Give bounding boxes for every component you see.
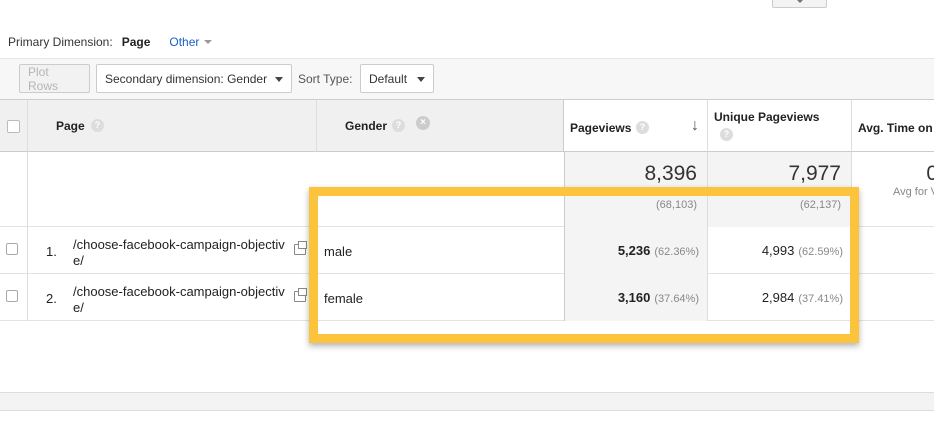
help-icon[interactable]: ? xyxy=(392,119,405,132)
chevron-down-icon xyxy=(275,77,283,82)
data-table: Page ? Gender ? × Pageviews ? ↓ Unique P… xyxy=(0,99,934,321)
row-page-link[interactable]: /choose-facebook-campaign-objective/ xyxy=(73,284,293,316)
top-dropdown-button[interactable] xyxy=(772,0,827,8)
row-unique-pageviews-pct: (37.41%) xyxy=(798,293,843,305)
header-checkbox-cell xyxy=(0,99,28,152)
totals-avg-sub: Avg for V xyxy=(892,186,934,198)
chevron-down-icon xyxy=(417,77,425,82)
row-unique-pageviews-value: 2,984 xyxy=(761,290,795,305)
row-gender-value: male xyxy=(324,244,353,259)
row-pageviews-cell: 5,236 (62.36%) xyxy=(564,227,708,274)
row-unique-pageviews-value: 4,993 xyxy=(761,243,795,258)
totals-row: 8,396 % of Total: 12.33% (68,103) 7,977 … xyxy=(0,152,934,227)
column-header-page-label: Page xyxy=(56,119,85,133)
row-number: 2. xyxy=(46,291,57,306)
sort-type-select[interactable]: Default xyxy=(360,64,434,93)
secondary-dimension-label: Secondary dimension: Gender xyxy=(105,71,268,86)
totals-checkbox-spacer xyxy=(0,152,28,227)
remove-dimension-icon[interactable]: × xyxy=(416,116,430,130)
column-header-pageviews[interactable]: Pageviews ? ↓ xyxy=(564,99,708,152)
row-pageviews-value: 3,160 xyxy=(617,290,651,305)
chevron-down-icon xyxy=(795,0,805,3)
row-gender-cell: male xyxy=(317,227,564,274)
row-number: 1. xyxy=(46,244,57,259)
primary-dimension-label: Primary Dimension: xyxy=(8,35,113,49)
totals-unique-pageviews: 7,977 % of Total: 12.84% (62,137) xyxy=(708,152,852,227)
external-link-icon[interactable] xyxy=(294,241,307,255)
row-pageviews-cell: 3,160 (37.64%) xyxy=(564,274,708,321)
table-row: 1. /choose-facebook-campaign-objective/ … xyxy=(0,227,934,274)
select-all-checkbox[interactable] xyxy=(7,120,20,133)
totals-pageviews: 8,396 % of Total: 12.33% (68,103) xyxy=(564,152,708,227)
row-pageviews-pct: (37.64%) xyxy=(654,293,699,305)
totals-avg-value: 0 xyxy=(926,162,934,185)
table-footer xyxy=(0,393,934,411)
row-unique-pageviews-cell: 4,993 (62.59%) xyxy=(708,227,852,274)
sort-type-value: Default xyxy=(369,71,408,86)
column-header-gender[interactable]: Gender ? × xyxy=(317,99,564,152)
table-spacer xyxy=(0,321,934,393)
column-header-gender-label: Gender xyxy=(345,119,388,133)
row-checkbox[interactable] xyxy=(6,243,18,255)
secondary-dimension-select[interactable]: Secondary dimension: Gender xyxy=(96,64,292,93)
primary-dimension-other[interactable]: Other xyxy=(169,35,199,49)
row-gender-value: female xyxy=(324,291,364,306)
chevron-down-icon[interactable] xyxy=(204,40,213,44)
totals-unique-pageviews-pct: % of Total: 12.84% xyxy=(749,186,841,198)
help-icon[interactable]: ? xyxy=(636,121,649,134)
column-header-unique-pageviews[interactable]: Unique Pageviews ? xyxy=(708,99,852,152)
row-checkbox-cell xyxy=(0,227,28,274)
totals-pageviews-total: (68,103) xyxy=(656,199,697,211)
help-icon[interactable]: ? xyxy=(91,119,104,132)
table-row: 2. /choose-facebook-campaign-objective/ … xyxy=(0,274,934,321)
sort-type-label: Sort Type: xyxy=(298,72,353,86)
primary-dimension-page[interactable]: Page xyxy=(122,35,151,49)
table-toolbar: Plot Rows Secondary dimension: Gender So… xyxy=(0,58,934,99)
row-gender-cell: female xyxy=(317,274,564,321)
row-unique-pageviews-cell: 2,984 (37.41%) xyxy=(708,274,852,321)
sort-desc-icon[interactable]: ↓ xyxy=(691,117,699,135)
help-icon[interactable]: ? xyxy=(720,128,733,141)
external-link-icon[interactable] xyxy=(294,288,307,302)
totals-pageviews-pct: % of Total: 12.33% xyxy=(605,186,697,198)
row-checkbox[interactable] xyxy=(6,290,18,302)
row-page-link[interactable]: /choose-facebook-campaign-objective/ xyxy=(73,237,293,269)
row-checkbox-cell xyxy=(0,274,28,321)
totals-unique-pageviews-value: 7,977 xyxy=(788,162,841,185)
column-header-avg-time-label: Avg. Time on P xyxy=(858,121,934,135)
totals-avg-time: 0 Avg for V xyxy=(852,152,934,227)
primary-dimension-bar: Primary Dimension: Page Other xyxy=(8,35,213,49)
column-header-pageviews-label: Pageviews xyxy=(570,121,632,135)
row-pageviews-value: 5,236 xyxy=(617,243,651,258)
column-header-page[interactable]: Page ? xyxy=(28,99,317,152)
row-pageviews-pct: (62.36%) xyxy=(654,246,699,258)
totals-pageviews-value: 8,396 xyxy=(644,162,697,185)
column-header-unique-pageviews-label: Unique Pageviews xyxy=(714,110,820,124)
row-unique-pageviews-pct: (62.59%) xyxy=(798,246,843,258)
column-header-avg-time[interactable]: Avg. Time on P xyxy=(852,99,934,152)
plot-rows-button[interactable]: Plot Rows xyxy=(19,64,90,93)
totals-unique-pageviews-total: (62,137) xyxy=(800,199,841,211)
